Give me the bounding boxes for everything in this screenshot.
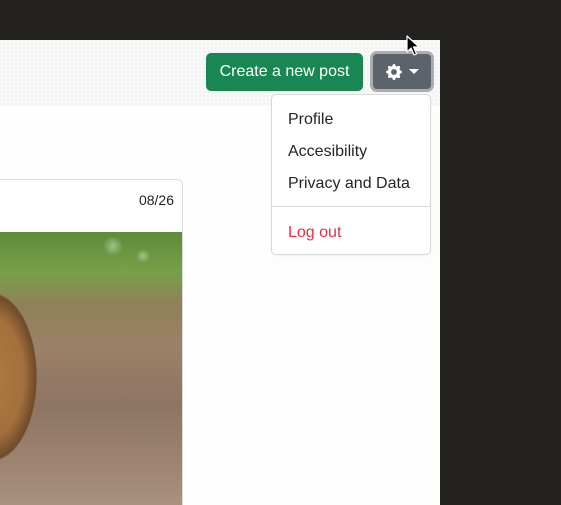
menu-item-logout[interactable]: Log out	[288, 224, 341, 242]
post-date: 08/26	[138, 192, 174, 208]
create-post-button[interactable]: Create a new post	[206, 53, 363, 91]
post-card[interactable]: 08/26	[0, 179, 183, 505]
settings-dropdown-menu: Profile Accesibility Privacy and Data Lo…	[271, 94, 431, 255]
menu-divider	[272, 206, 430, 207]
caret-down-icon	[408, 69, 419, 74]
settings-dropdown-button[interactable]	[370, 51, 434, 92]
menu-item-profile[interactable]: Profile	[288, 111, 333, 129]
gear-icon	[385, 63, 402, 80]
post-image	[0, 232, 182, 505]
menu-item-privacy[interactable]: Privacy and Data	[288, 175, 410, 193]
menu-item-accessibility[interactable]: Accesibility	[288, 143, 367, 161]
mouse-cursor-icon	[406, 35, 420, 56]
